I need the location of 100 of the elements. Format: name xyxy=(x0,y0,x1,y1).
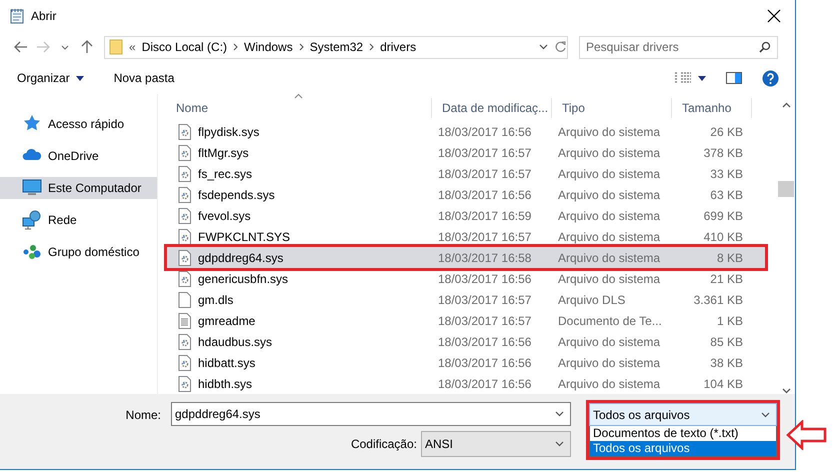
homegroup-icon xyxy=(22,242,42,262)
sidebar-item[interactable]: Grupo doméstico xyxy=(0,241,157,263)
file-row[interactable]: fsdepends.sys 18/03/2017 16:56 Arquivo do sistema 63 KB xyxy=(166,184,766,205)
file-name: FWPKCLNT.SYS xyxy=(198,230,290,244)
file-row[interactable]: fs_rec.sys 18/03/2017 16:57 Arquivo do sistema 33 KB xyxy=(166,163,766,184)
chevron-icon xyxy=(233,43,238,51)
table-cell-text: 18/03/2017 16:59 xyxy=(437,208,532,222)
file-name: gm.dls xyxy=(198,292,234,306)
file-name: gdpddreg64.sys xyxy=(198,250,284,264)
file-row[interactable]: gdpddreg64.sys 18/03/2017 16:58 Arquivo do sistema 8 KB xyxy=(166,247,766,268)
table-cell-text: Arquivo do sistema xyxy=(557,124,662,138)
table-cell-text: Arquivo do sistema xyxy=(557,230,662,244)
scroll-down-icon[interactable] xyxy=(782,388,790,394)
file-icon xyxy=(178,292,192,308)
search-icon[interactable] xyxy=(759,41,771,53)
caret-icon xyxy=(76,76,84,80)
file-name: hidbatt.sys xyxy=(198,356,256,370)
organize-button[interactable]: Organizar xyxy=(17,71,84,85)
system-file-icon xyxy=(178,124,192,140)
column-header[interactable]: Data de modificaç... xyxy=(432,98,552,118)
notepad-icon xyxy=(9,8,25,24)
table-cell-text: 26 KB xyxy=(709,124,744,138)
file-row[interactable]: genericusbfn.sys 18/03/2017 16:56 Arquivo do sistema 21 KB xyxy=(166,268,766,289)
dropdown-option[interactable]: Documentos de texto (*.txt) xyxy=(590,426,776,441)
file-row[interactable]: hidbth.sys 18/03/2017 16:56 Arquivo do sistema 104 KB xyxy=(166,373,766,394)
breadcrumb[interactable]: drivers xyxy=(380,40,416,54)
dropdown-option[interactable]: Todos os arquivos xyxy=(590,441,776,456)
table-cell-text: 33 KB xyxy=(709,166,744,180)
table-cell-text: 410 KB xyxy=(702,230,744,244)
table-cell-text: 63 KB xyxy=(709,188,744,202)
table-cell-text: 85 KB xyxy=(709,334,744,348)
encoding-dropdown[interactable]: ANSI xyxy=(421,430,571,456)
table-cell-text: 18/03/2017 16:58 xyxy=(437,250,532,264)
chevron-icon xyxy=(369,43,374,51)
dropdown-icon[interactable] xyxy=(555,440,564,446)
column-header[interactable]: Nome xyxy=(166,98,432,118)
file-name: genericusbfn.sys xyxy=(198,272,288,286)
help-icon[interactable] xyxy=(762,70,779,86)
scroll-up-icon[interactable] xyxy=(782,102,790,108)
dropdown-icon[interactable] xyxy=(539,44,548,50)
table-cell-text: Arquivo do sistema xyxy=(557,376,662,390)
table-cell-text: 38 KB xyxy=(709,356,744,370)
table-cell-text: Arquivo do sistema xyxy=(557,272,662,286)
file-row[interactable]: hdaudbus.sys 18/03/2017 16:56 Arquivo do sistema 85 KB xyxy=(166,331,766,352)
caret-icon xyxy=(698,76,706,80)
new-folder-button[interactable]: Nova pasta xyxy=(114,71,174,85)
sidebar-item[interactable]: Rede xyxy=(0,209,157,231)
column-header[interactable]: Tamanho xyxy=(672,98,752,118)
table-cell-text: 18/03/2017 16:56 xyxy=(437,376,532,390)
table-cell-text: Arquivo do sistema xyxy=(557,356,662,370)
file-row[interactable]: hidbatt.sys 18/03/2017 16:56 Arquivo do sistema 38 KB xyxy=(166,352,766,373)
sidebar-item[interactable]: OneDrive xyxy=(0,145,157,167)
text-file-icon xyxy=(178,312,192,328)
system-file-icon xyxy=(178,186,192,202)
column-header[interactable]: Tipo xyxy=(552,98,672,118)
breadcrumb[interactable]: Windows xyxy=(244,40,293,54)
search-field[interactable]: Pesquisar drivers xyxy=(579,36,778,58)
sidebar-item[interactable]: Este Computador xyxy=(0,177,157,199)
table-cell-text: 21 KB xyxy=(709,272,744,286)
sort-icon[interactable] xyxy=(294,93,303,99)
file-name-field[interactable]: gdpddreg64.sys xyxy=(171,402,571,426)
system-file-icon xyxy=(178,270,192,286)
file-row[interactable]: fvevol.sys 18/03/2017 16:59 Arquivo do sistema 699 KB xyxy=(166,205,766,226)
table-cell-text: 3.361 KB xyxy=(692,292,744,306)
breadcrumb[interactable]: System32 xyxy=(310,40,364,54)
network-icon xyxy=(22,210,42,230)
sidebar-item[interactable]: Acesso rápido xyxy=(0,113,157,135)
window-title: Abrir xyxy=(31,9,58,23)
table-cell-text: 1 KB xyxy=(716,314,744,328)
system-file-icon xyxy=(178,250,192,266)
scrollbar-thumb[interactable] xyxy=(778,181,794,197)
file-row[interactable]: gmreadme 18/03/2017 16:57 Documento de Te... 1 KB xyxy=(166,310,766,331)
arrow-right-icon xyxy=(36,41,50,53)
close-icon[interactable] xyxy=(767,9,781,23)
table-cell-text: Arquivo do sistema xyxy=(557,146,662,160)
file-row[interactable]: gm.dls 18/03/2017 16:57 Arquivo DLS 3.361 KB xyxy=(166,289,766,310)
dropdown-icon[interactable] xyxy=(555,411,564,417)
table-cell-text: 699 KB xyxy=(702,208,744,222)
file-name: fsdepends.sys xyxy=(198,188,275,202)
file-row[interactable]: flpydisk.sys 18/03/2017 16:56 Arquivo do sistema 26 KB xyxy=(166,121,766,142)
details-view-icon xyxy=(674,72,692,84)
table-cell-text: Arquivo do sistema xyxy=(557,208,662,222)
file-name: gmreadme xyxy=(198,314,256,328)
file-type-dropdown[interactable]: Todos os arquivos xyxy=(589,403,777,426)
file-row[interactable]: FWPKCLNT.SYS 18/03/2017 16:57 Arquivo do sistema 410 KB xyxy=(166,226,766,247)
table-cell-text: Arquivo do sistema xyxy=(557,250,662,264)
breadcrumb-overflow[interactable]: « xyxy=(129,40,136,54)
computer-icon xyxy=(22,178,42,198)
file-name: fltMgr.sys xyxy=(198,146,249,160)
file-row[interactable]: fltMgr.sys 18/03/2017 16:57 Arquivo do sistema 378 KB xyxy=(166,142,766,163)
system-file-icon xyxy=(178,166,192,182)
breadcrumb[interactable]: Disco Local (C:) xyxy=(142,40,228,54)
address-bar[interactable]: « Disco Local (C:) Windows System32 drivers xyxy=(104,36,568,58)
table-cell-text: 8 KB xyxy=(716,250,744,264)
preview-pane-icon[interactable] xyxy=(726,72,742,84)
system-file-icon xyxy=(178,144,192,160)
refresh-icon[interactable] xyxy=(554,40,567,54)
table-cell-text: Arquivo do sistema xyxy=(557,334,662,348)
table-cell-text: Arquivo do sistema xyxy=(557,188,662,202)
view-options-button[interactable] xyxy=(674,72,706,84)
